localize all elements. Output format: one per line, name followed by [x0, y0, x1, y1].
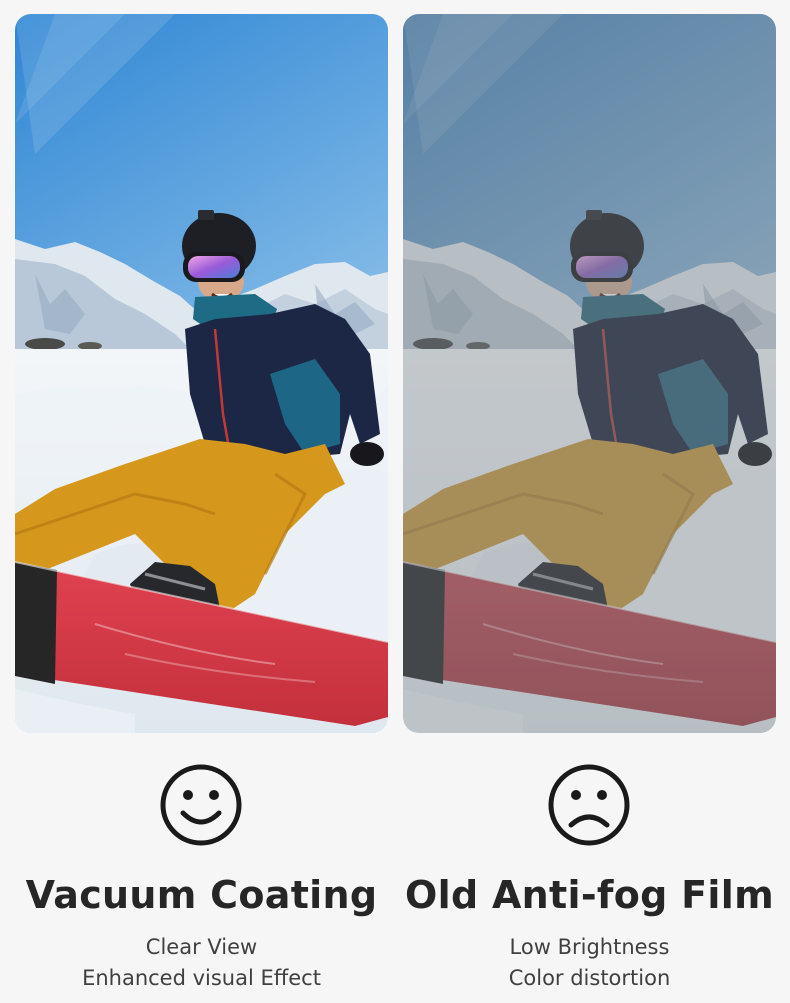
smile-face-icon [159, 763, 243, 847]
old-film-column: Old Anti-fog Film Low Brightness Color d… [392, 868, 787, 994]
drawback-line: Color distortion [508, 966, 671, 990]
old-anti-fog-film-title: Old Anti-fog Film [405, 873, 774, 917]
drawback-line: Low Brightness [509, 935, 670, 959]
benefit-line: Clear View [145, 935, 258, 959]
benefit-line: Enhanced visual Effect [82, 966, 321, 990]
vacuum-coating-column: Vacuum Coating Clear View Enhanced visua… [4, 868, 399, 994]
sad-face-icon [547, 763, 631, 847]
clear-view-photo [15, 14, 388, 733]
distorted-view-photo [403, 14, 776, 733]
vacuum-coating-title: Vacuum Coating [25, 873, 378, 917]
